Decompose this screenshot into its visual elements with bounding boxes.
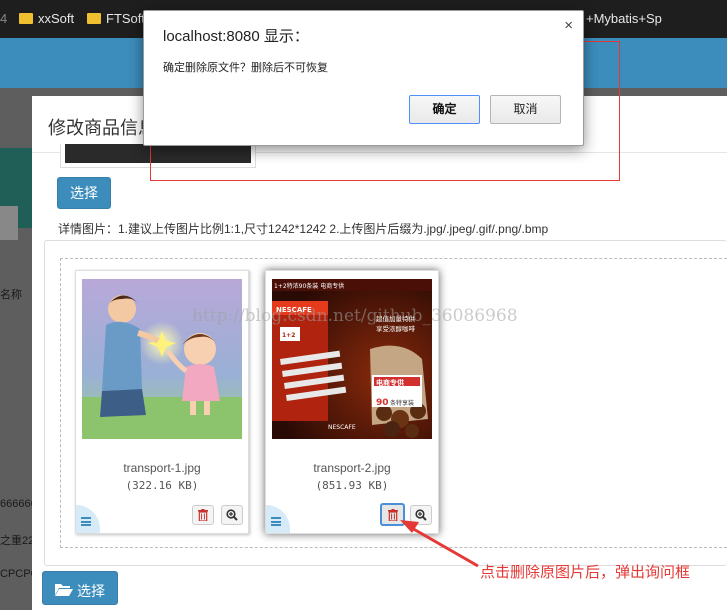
- annotation-arrow: [400, 520, 479, 568]
- annotation-text: 点击删除原图片后，弹出询问框: [480, 564, 691, 581]
